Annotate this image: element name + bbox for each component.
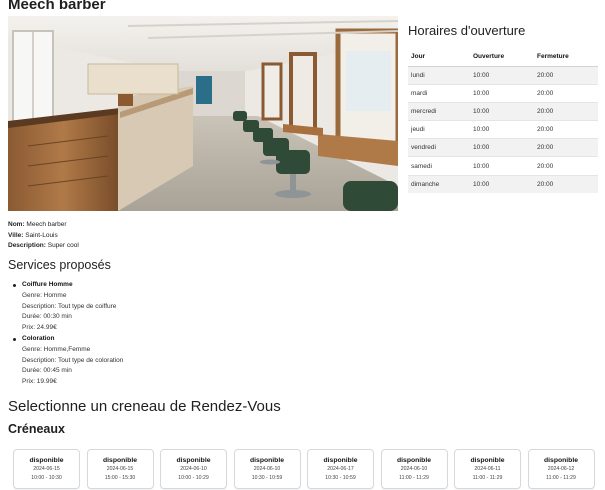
hours-col-close: Fermeture: [534, 48, 598, 67]
slot-date: 2024-06-10: [253, 466, 281, 472]
slot-card[interactable]: disponible 2024-06-15 15:00 - 15:30: [86, 449, 154, 489]
slot-time: 15:00 - 15:30: [104, 475, 136, 481]
hours-title: Horaires d'ouverture: [408, 23, 526, 38]
slot-card[interactable]: disponible 2024-06-10 10:00 - 10:29: [160, 449, 227, 489]
slot-status: disponible: [397, 457, 431, 464]
slots-list: disponible 2024-06-15 10:00 - 10:30 dispon…: [13, 449, 595, 489]
slot-card[interactable]: disponible 2024-06-15 10:00 - 10:30: [13, 449, 80, 489]
slot-card[interactable]: disponible 2024-06-17 10:30 - 10:59: [307, 449, 374, 489]
hours-close: 20:00: [534, 174, 598, 194]
hours-close: 20:00: [534, 65, 598, 85]
services-list: Coiffure Homme Genre: Homme Description:…: [12, 280, 312, 388]
info-city-label: Ville:: [8, 231, 24, 239]
slot-status: disponible: [176, 457, 211, 464]
service-price: Prix: 24.99€: [22, 324, 57, 332]
list-item: Coiffure Homme Genre: Homme Description:…: [12, 280, 312, 334]
service-duration: Durée: 00:30 min: [22, 313, 72, 321]
slot-time: 11:00 - 11:29: [472, 475, 503, 481]
hours-close: 20:00: [534, 120, 598, 139]
service-price: Prix: 19.99€: [22, 378, 57, 386]
slot-date: 2024-06-10: [180, 466, 207, 472]
info-description: Description: Super cool: [8, 241, 79, 252]
slot-card[interactable]: disponible 2024-06-11 11:00 - 11:29: [454, 449, 521, 489]
slot-status: disponible: [250, 457, 284, 464]
hours-day: lundi: [408, 65, 470, 85]
page-title: Meech barber: [8, 0, 106, 13]
info-desc-label: Description:: [8, 242, 46, 249]
hours-day: dimanche: [408, 174, 470, 194]
info-name-value: Meech barber: [26, 221, 67, 228]
hours-close: 20:00: [534, 101, 598, 121]
service-name: Coloration: [22, 334, 55, 342]
service-name: Coiffure Homme: [22, 281, 73, 288]
info-desc-value: Super cool: [47, 242, 79, 249]
hours-day: jeudi: [408, 120, 470, 139]
slot-time: 11:00 - 11:29: [546, 475, 576, 481]
hours-close: 20:00: [534, 138, 598, 157]
services-title: Services proposés: [8, 258, 111, 272]
table-row: jeudi 10:00 20:00: [408, 120, 598, 139]
slot-time: 10:30 - 10:59: [251, 475, 283, 481]
hours-day: mercredi: [408, 101, 470, 121]
table-row: lundi 10:00 20:00: [408, 65, 598, 85]
service-description: Description: Tout type de coloration: [22, 356, 124, 364]
shop-info: Nom: Meech barber Ville: Saint-Louis Des…: [8, 220, 79, 252]
hours-open: 10:00: [470, 120, 534, 139]
hours-col-day: Jour: [408, 48, 470, 67]
barbershop-photo: [8, 16, 398, 211]
hours-day: mardi: [408, 83, 470, 103]
hours-open: 10:00: [470, 83, 534, 103]
slot-date: 2024-06-12: [547, 466, 575, 472]
hours-day: samedi: [408, 156, 470, 176]
info-city-value: Saint-Louis: [25, 231, 58, 239]
hours-open: 10:00: [470, 138, 534, 157]
table-row: mercredi 10:00 20:00: [408, 101, 598, 121]
hours-open: 10:00: [470, 156, 534, 176]
slot-date: 2024-06-11: [474, 466, 501, 472]
table-row: samedi 10:00 20:00: [408, 156, 598, 176]
slot-status: disponible: [323, 457, 358, 464]
booking-title: Selectionne un creneau de Rendez-Vous: [8, 398, 281, 415]
info-name-label: Nom:: [8, 221, 25, 228]
slot-status: disponible: [29, 457, 64, 464]
service-description: Description: Tout type de coiffure: [22, 302, 117, 310]
slot-status: disponible: [470, 457, 505, 464]
slot-card[interactable]: disponible 2024-06-12 11:00 - 11:29: [527, 449, 595, 489]
service-genre: Genre: Homme: [22, 291, 67, 299]
hours-header-row: Jour Ouverture Fermeture: [408, 48, 598, 67]
slot-date: 2024-06-15: [33, 466, 60, 472]
hours-table: Jour Ouverture Fermeture lundi 10:00 20:00…: [408, 48, 598, 194]
info-name: Nom: Meech barber: [8, 220, 79, 231]
service-duration: Durée: 00:45 min: [22, 367, 72, 375]
hours-col-open: Ouverture: [470, 48, 534, 67]
hours-open: 10:00: [470, 65, 534, 85]
table-row: mardi 10:00 20:00: [408, 83, 598, 103]
slot-card[interactable]: disponible 2024-06-10 10:30 - 10:59: [233, 449, 301, 489]
slot-card[interactable]: disponible 2024-06-10 11:00 - 11:29: [380, 449, 448, 489]
table-row: vendredi 10:00 20:00: [408, 138, 598, 157]
slots-title: Créneaux: [8, 422, 65, 436]
table-row: dimanche 10:00 20:00: [408, 174, 598, 194]
slot-date: 2024-06-15: [106, 466, 134, 472]
slot-status: disponible: [544, 457, 578, 464]
slot-date: 2024-06-17: [327, 466, 354, 472]
slot-date: 2024-06-10: [400, 466, 428, 472]
slot-time: 10:00 - 10:30: [31, 475, 62, 481]
hours-close: 20:00: [534, 83, 598, 103]
hours-close: 20:00: [534, 156, 598, 176]
list-item: Coloration Genre: Homme,Femme Descriptio…: [12, 334, 312, 388]
slot-time: 11:00 - 11:29: [399, 475, 429, 481]
service-genre: Genre: Homme,Femme: [22, 345, 91, 353]
hours-open: 10:00: [470, 174, 534, 194]
info-city: Ville: Saint-Louis: [8, 231, 79, 242]
slot-time: 10:30 - 10:59: [325, 475, 356, 481]
hours-day: vendredi: [408, 138, 470, 157]
slot-time: 10:00 - 10:29: [178, 475, 209, 481]
hours-open: 10:00: [470, 101, 534, 121]
slot-status: disponible: [103, 457, 137, 464]
